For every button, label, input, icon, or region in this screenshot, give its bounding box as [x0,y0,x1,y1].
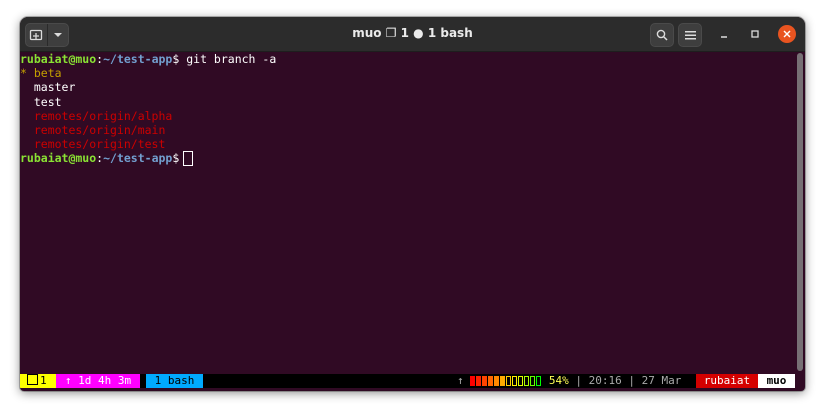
battery-cell [536,376,542,386]
remote-branch-line: remotes/origin/alpha [20,108,173,123]
search-button[interactable] [650,23,674,47]
new-tab-button[interactable] [26,24,47,46]
prompt-path: ~/test-app [103,52,173,66]
tmux-status-bar: 1 ↑ 1d 4h 3m 1 bash ↑ 54% | 20:16 | 27 M… [20,374,795,388]
tmux-username: rubaiat [696,374,758,388]
battery-meter [470,376,542,386]
prompt-dollar: $ [172,52,180,66]
battery-cell [476,376,482,386]
close-icon [783,30,791,38]
chevron-down-icon [53,33,62,37]
scrollbar[interactable] [797,53,803,371]
terminal-output[interactable]: rubaiat@muo:~/test-app$ git branch -a * … [20,52,795,167]
tmux-uptime: ↑ 1d 4h 3m [56,374,140,388]
search-icon [656,29,668,41]
prompt-path: ~/test-app [103,151,173,166]
separator: | [575,374,582,387]
battery-cell [470,376,476,386]
maximize-icon [751,30,759,38]
battery-percent: 54% [548,374,569,387]
window-square-icon [27,374,38,385]
remote-branch-line: remotes/origin/test [20,137,166,152]
prompt-dollar: $ [172,151,180,166]
battery-cell [530,376,536,386]
new-tab-icon [30,29,43,41]
command-line: rubaiat@muo:~/test-app$ git branch -a [20,52,795,66]
separator: | [628,374,635,387]
tmux-active-window[interactable]: 1 bash [146,374,203,388]
battery-cell [524,376,530,386]
hamburger-menu-icon [684,31,696,40]
text-cursor [183,151,194,167]
branch-line: test [20,94,62,109]
title-bar: muo ❐ 1 ● 1 bash [20,17,805,52]
date-text: 27 Mar [641,374,682,387]
menu-button[interactable] [678,23,702,47]
tmux-system-info: ↑ 54% | 20:16 | 27 Mar [457,374,681,388]
battery-cell [488,376,494,386]
prompt-line[interactable]: rubaiat@muo:~/test-app$ [20,151,795,167]
remote-branch-line: remotes/origin/main [20,122,166,137]
branch-line-current: * beta [20,66,62,81]
upload-arrow-icon: ↑ [457,374,464,387]
terminal-window: muo ❐ 1 ● 1 bash rubaiat@muo:~/test-app$… [20,17,805,391]
command-text: git branch -a [186,52,277,66]
branch-line: master [20,80,76,95]
close-button[interactable] [778,25,796,43]
maximize-button[interactable] [747,26,763,42]
minimize-button[interactable] [716,26,732,42]
prompt-user-host: rubaiat@muo [20,52,97,66]
tab-dropdown-button[interactable] [46,24,69,46]
battery-cell [500,376,506,386]
tmux-window-indicator: 1 [20,374,56,388]
new-tab-button-group [25,23,69,47]
minimize-icon [721,36,727,38]
battery-cell [518,376,524,386]
battery-cell [512,376,518,386]
battery-cell [494,376,500,386]
tmux-hostname: muo [758,374,795,388]
window-index: 1 [40,374,47,387]
battery-cell [482,376,488,386]
clock-time: 20:16 [588,374,622,387]
prompt-user-host: rubaiat@muo [20,151,97,166]
battery-cell [506,376,512,386]
